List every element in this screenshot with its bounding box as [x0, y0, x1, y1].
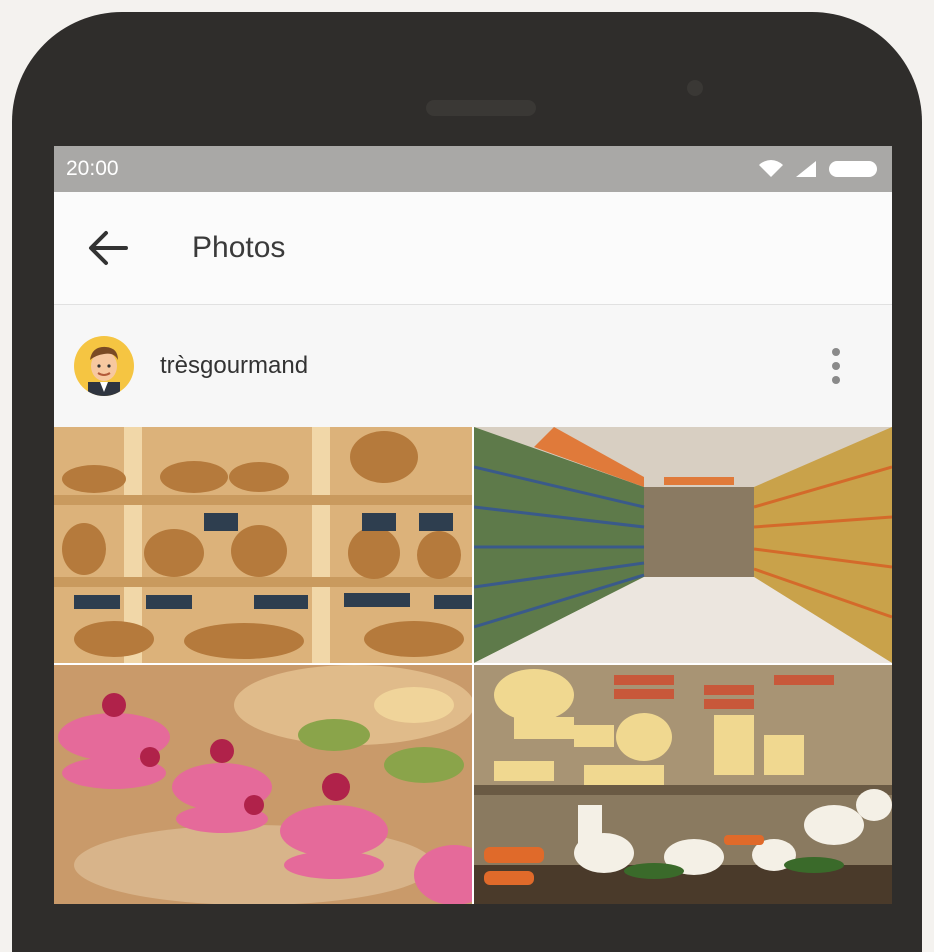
cheese-photo	[474, 665, 892, 904]
signal-icon	[796, 161, 816, 177]
bakery-photo	[54, 427, 472, 663]
more-vertical-icon-dot	[832, 362, 840, 370]
more-options-button[interactable]	[816, 336, 856, 396]
more-vertical-icon-dot	[832, 376, 840, 384]
speaker-grille	[426, 100, 536, 116]
photo-grid	[54, 427, 892, 904]
status-icons	[758, 158, 880, 180]
user-avatar-illustration	[88, 346, 120, 396]
username[interactable]: trèsgourmand	[160, 352, 816, 380]
battery-icon	[829, 161, 877, 177]
pastries-photo	[54, 665, 472, 904]
phone-screen: 20:00 Photos trèsgourmand	[54, 146, 892, 904]
page-title: Photos	[192, 231, 286, 264]
arrow-left-icon	[89, 231, 128, 265]
post-header: trèsgourmand	[54, 305, 892, 427]
photo-supermarket[interactable]	[474, 427, 892, 663]
photo-cheese[interactable]	[474, 665, 892, 904]
app-bar: Photos	[54, 192, 892, 305]
photo-bakery[interactable]	[54, 427, 472, 663]
back-button[interactable]	[82, 222, 134, 274]
front-camera	[687, 80, 703, 96]
more-vertical-icon-dot	[832, 348, 840, 356]
photo-pastries[interactable]	[54, 665, 472, 904]
avatar[interactable]	[74, 336, 134, 396]
status-bar: 20:00	[54, 146, 892, 192]
wifi-icon	[759, 160, 783, 177]
status-time: 20:00	[66, 157, 119, 180]
supermarket-photo	[474, 427, 892, 663]
